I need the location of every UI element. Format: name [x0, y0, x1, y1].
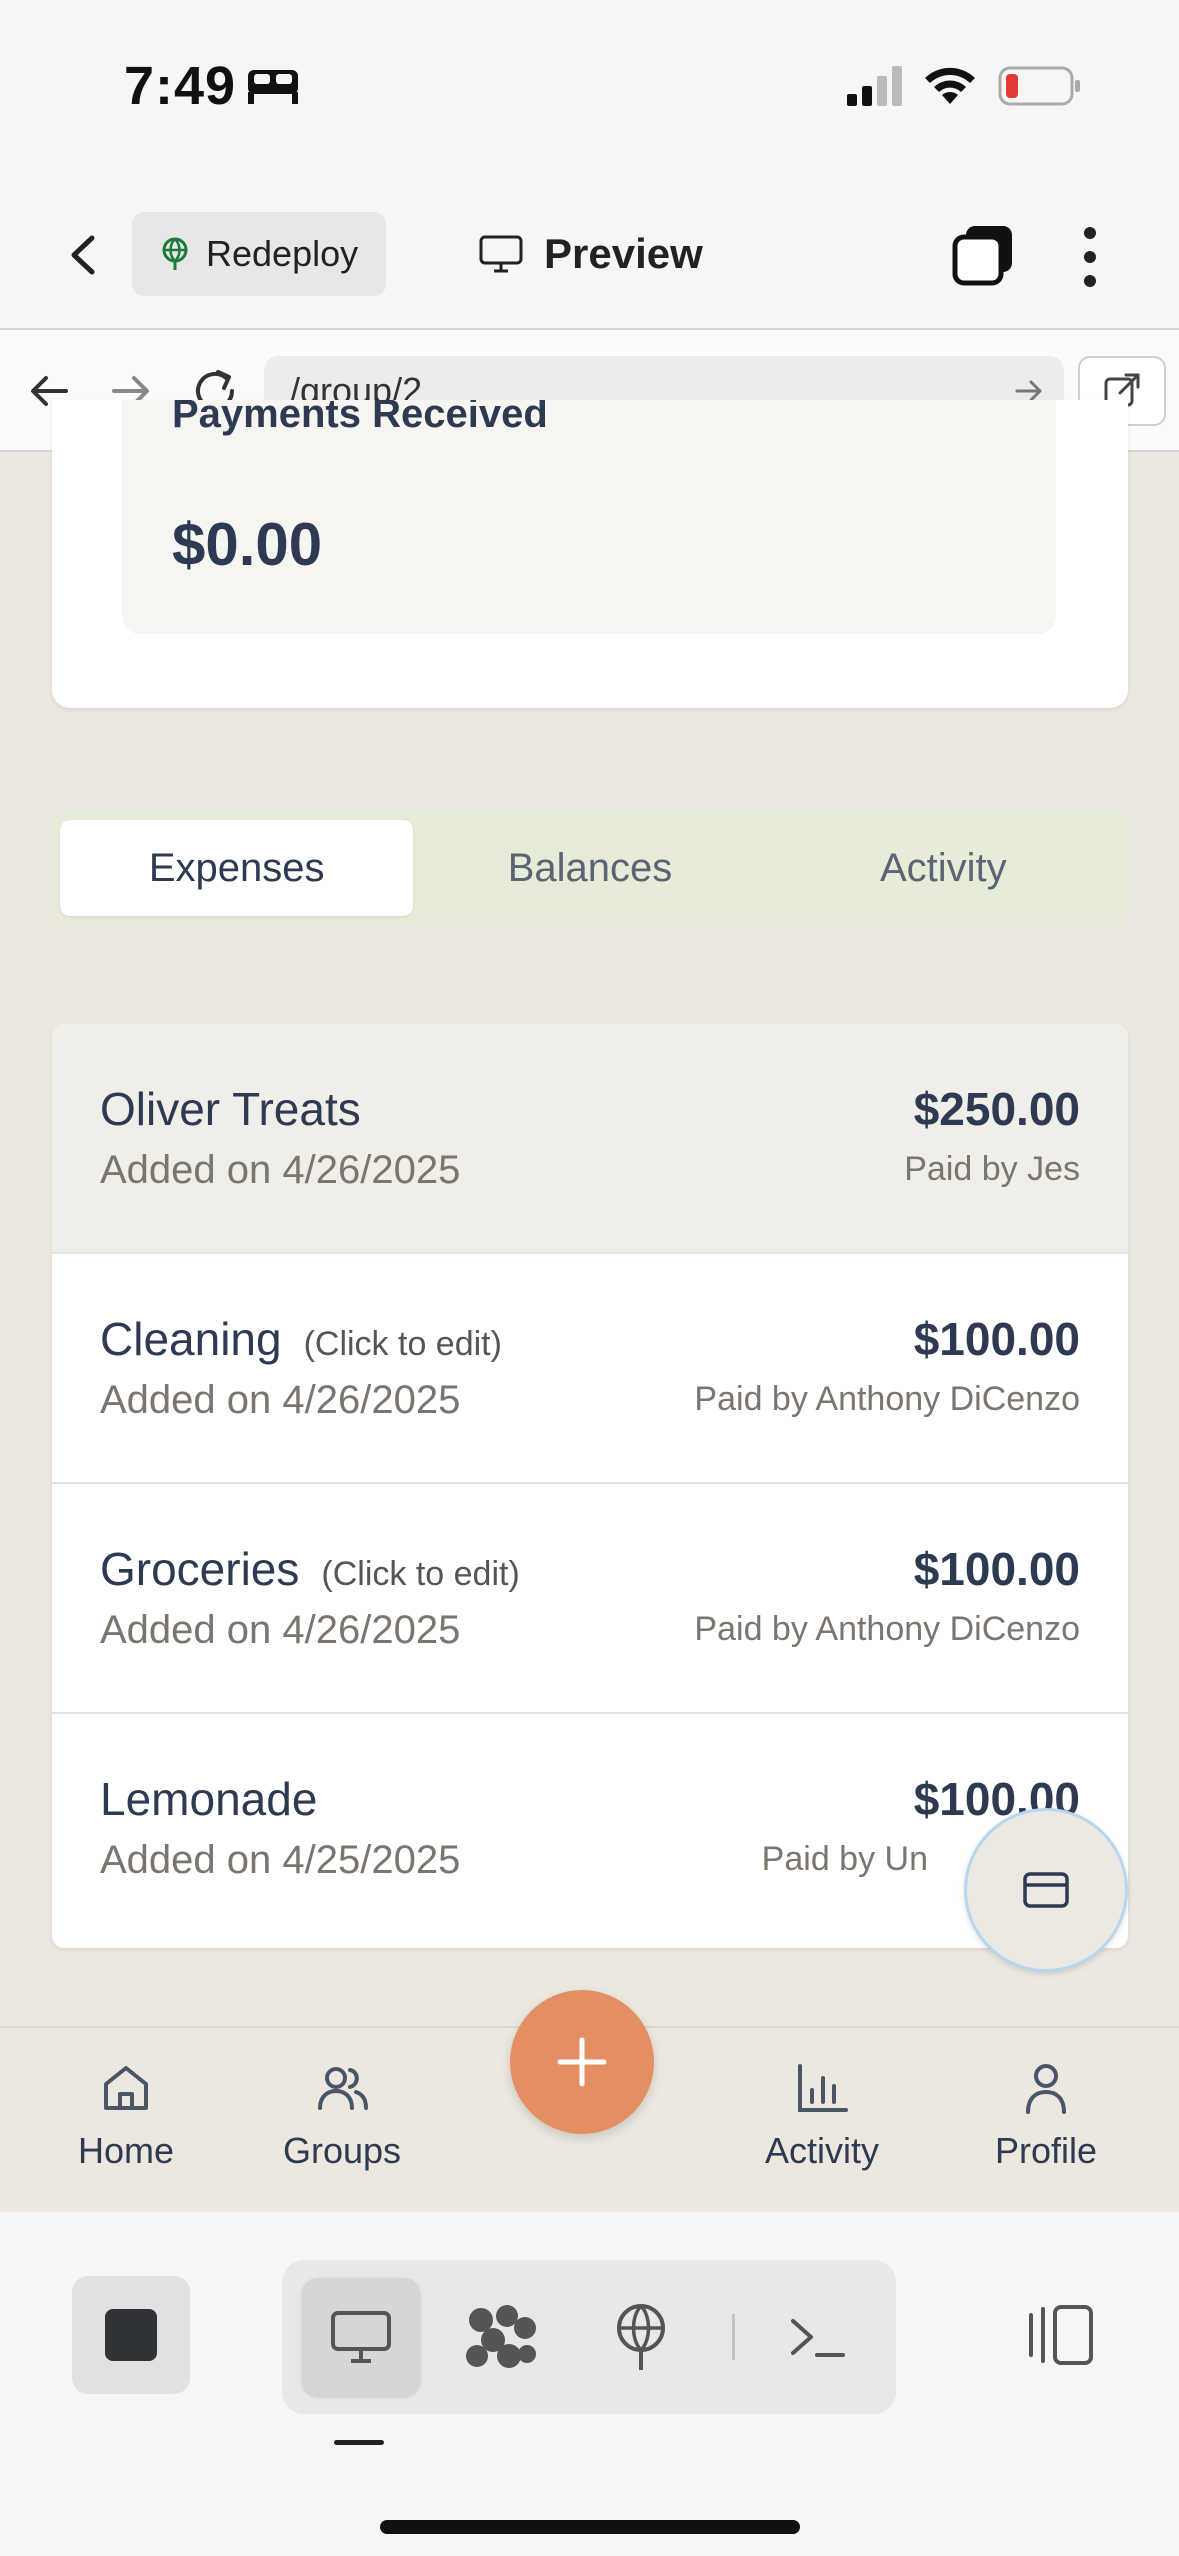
mode-layout-button[interactable]	[442, 2278, 560, 2396]
layout-icon	[466, 2305, 536, 2368]
dev-toolbar	[0, 2212, 1179, 2556]
expense-paid-by: Paid by Jes	[904, 1150, 1080, 1188]
payment-card-button[interactable]	[964, 1808, 1128, 1972]
expense-list: Oliver Treats Added on 4/26/2025 $250.00…	[52, 1024, 1128, 1948]
status-bar: 7:49	[0, 0, 1179, 180]
back-chevron-icon[interactable]	[60, 230, 110, 280]
expense-name-text: Oliver Treats	[100, 1083, 361, 1135]
monitor-icon	[479, 235, 523, 273]
panel-toggle-button[interactable]	[1000, 2276, 1118, 2394]
expense-name: Cleaning (Click to edit)	[100, 1312, 502, 1366]
add-expense-button[interactable]	[510, 1990, 654, 2134]
terminal-icon	[791, 2319, 845, 2357]
expense-amount: $100.00	[913, 1313, 1080, 1365]
expense-amount: $250.00	[913, 1083, 1080, 1135]
expense-name-text: Cleaning	[100, 1313, 282, 1365]
wifi-icon	[925, 67, 975, 104]
bar-chart-icon	[798, 2064, 848, 2112]
user-icon	[1026, 2064, 1066, 2114]
expense-name: Oliver Treats	[100, 1082, 361, 1136]
expense-name-text: Groceries	[100, 1543, 300, 1595]
expense-name-text: Lemonade	[100, 1773, 318, 1825]
nav-home[interactable]: Home	[36, 2058, 216, 2172]
signal-icon	[847, 66, 902, 106]
expense-date: Added on 4/26/2025	[100, 1148, 461, 1192]
nav-activity-label: Activity	[764, 2130, 879, 2171]
expense-row[interactable]: Groceries (Click to edit) Added on 4/26/2…	[52, 1484, 1128, 1714]
home-indicator[interactable]	[380, 2520, 800, 2534]
expense-date: Added on 4/26/2025	[100, 1378, 461, 1422]
preview-button[interactable]: Preview	[478, 212, 703, 296]
home-icon	[104, 2066, 148, 2110]
status-time: 7:49	[124, 56, 237, 116]
payments-received-label: Payments Received	[172, 400, 548, 436]
globe-icon	[162, 237, 188, 270]
credit-card-icon	[1023, 1872, 1069, 1908]
tab-expenses[interactable]: Expenses	[60, 820, 414, 916]
payments-received-value: $0.00	[172, 511, 323, 578]
active-mode-indicator	[334, 2440, 384, 2445]
expense-row[interactable]: Cleaning (Click to edit) Added on 4/26/20…	[52, 1254, 1128, 1484]
windows-icon[interactable]	[952, 224, 1016, 288]
mode-preview-button[interactable]	[302, 2278, 420, 2396]
nav-groups-label: Groups	[282, 2130, 402, 2171]
nav-profile-label: Profile	[994, 2130, 1098, 2171]
top-toolbar: Redeploy Preview	[0, 180, 1179, 330]
nav-activity[interactable]: Activity	[732, 2058, 912, 2172]
expense-date: Added on 4/25/2025	[100, 1838, 461, 1882]
click-to-edit-hint[interactable]: (Click to edit)	[304, 1325, 502, 1363]
expense-row[interactable]: Oliver Treats Added on 4/26/2025 $250.00…	[52, 1024, 1128, 1254]
kebab-icon[interactable]	[1070, 224, 1110, 290]
expense-paid-by: Paid by Un	[761, 1840, 928, 1878]
bed-icon	[248, 70, 298, 104]
expense-name: Groceries (Click to edit)	[100, 1542, 520, 1596]
stop-button[interactable]	[72, 2276, 190, 2394]
payments-received-panel: Payments Received $0.00	[122, 400, 1056, 634]
panel-icon	[1029, 2305, 1093, 2365]
monitor-icon	[331, 2311, 391, 2363]
mode-divider	[732, 2314, 735, 2360]
tab-balances[interactable]: Balances	[413, 820, 766, 916]
stop-icon	[105, 2309, 157, 2361]
nav-groups[interactable]: Groups	[252, 2058, 432, 2172]
tab-bar: Expenses Balances Activity	[52, 812, 1128, 924]
battery-icon	[998, 66, 1080, 106]
preview-label: Preview	[544, 230, 703, 277]
mode-switcher	[282, 2260, 896, 2414]
expense-name: Lemonade	[100, 1772, 317, 1826]
mode-terminal-button[interactable]	[758, 2278, 876, 2396]
expense-date: Added on 4/26/2025	[100, 1608, 461, 1652]
redeploy-button[interactable]: Redeploy	[132, 212, 386, 296]
users-icon	[318, 2067, 368, 2110]
summary-card: Payments Received $0.00	[52, 400, 1128, 708]
nav-home-label: Home	[77, 2130, 175, 2171]
expense-paid-by: Paid by Anthony DiCenzo	[694, 1380, 1080, 1418]
mode-deploy-button[interactable]	[582, 2278, 700, 2396]
nav-profile[interactable]: Profile	[956, 2058, 1136, 2172]
expense-amount: $100.00	[913, 1543, 1080, 1595]
globe-icon	[617, 2304, 665, 2370]
redeploy-label: Redeploy	[206, 233, 359, 274]
expense-paid-by: Paid by Anthony DiCenzo	[694, 1610, 1080, 1648]
click-to-edit-hint[interactable]: (Click to edit)	[321, 1555, 519, 1593]
plus-icon	[557, 2037, 607, 2087]
tab-activity[interactable]: Activity	[767, 820, 1120, 916]
